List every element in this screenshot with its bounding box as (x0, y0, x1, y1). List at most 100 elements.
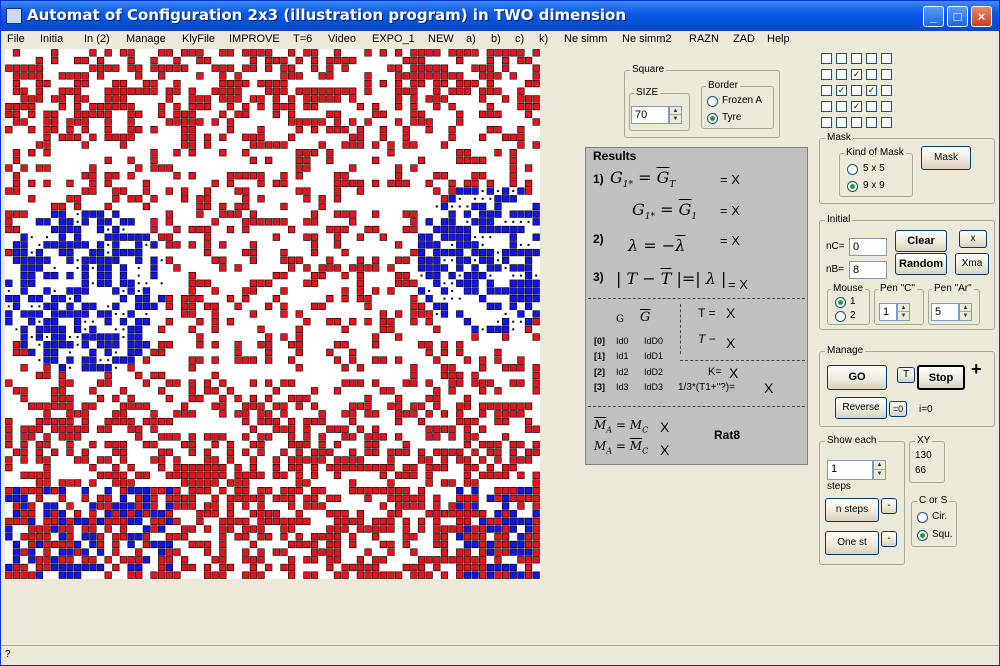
xma-button[interactable]: Xma (955, 253, 989, 275)
menu-k[interactable]: k) (539, 33, 548, 45)
mask-cell-checkbox[interactable] (866, 69, 877, 80)
mask-cell-checkbox[interactable]: ✓ (866, 85, 877, 96)
menu-help[interactable]: Help (767, 33, 790, 45)
mask-cell-checkbox[interactable]: ✓ (851, 101, 862, 112)
mask-5x5-label: 5 x 5 (863, 163, 885, 174)
mask-cell-checkbox[interactable] (836, 53, 847, 64)
app-icon[interactable] (6, 8, 22, 24)
nb-input[interactable]: 8 (849, 261, 887, 279)
menu-t6[interactable]: T=6 (293, 33, 312, 45)
g-row0-idd: IdD0 (644, 336, 664, 346)
menu-b[interactable]: b) (491, 33, 501, 45)
one-step-minus-button[interactable]: - (881, 531, 897, 547)
size-input[interactable]: 70 (631, 106, 669, 124)
status-bar: ? (1, 645, 999, 665)
mask-cell-checkbox[interactable] (836, 117, 847, 128)
menu-initia[interactable]: Initia (40, 33, 63, 45)
mask-cell-checkbox[interactable] (836, 69, 847, 80)
menu-razn[interactable]: RAZN (689, 33, 719, 45)
n-steps-button[interactable]: n steps (825, 498, 879, 522)
pen-c-input[interactable]: 1 (879, 303, 897, 321)
maximize-button[interactable]: □ (947, 6, 968, 27)
mask-cell-checkbox[interactable] (866, 101, 877, 112)
menu-improve[interactable]: IMPROVE (229, 33, 280, 45)
menu-file[interactable]: File (7, 33, 25, 45)
automaton-grid[interactable] (5, 49, 540, 579)
menu-c[interactable]: c) (515, 33, 524, 45)
cir-radio[interactable] (917, 512, 928, 523)
mask-cell-checkbox[interactable] (821, 117, 832, 128)
menu-zad[interactable]: ZAD (733, 33, 755, 45)
result2-value: = X (720, 203, 740, 218)
pen-c-spinner[interactable]: ▲ ▼ (897, 303, 910, 321)
go-button[interactable]: GO (827, 365, 887, 390)
mouse-label: Mouse (831, 283, 866, 294)
menu-video[interactable]: Video (328, 33, 356, 45)
menu-klyfile[interactable]: KlyFile (182, 33, 215, 45)
mouse-2-radio[interactable] (835, 311, 846, 322)
mask-cell-checkbox[interactable]: ✓ (851, 69, 862, 80)
xy-x-value: 130 (915, 450, 932, 461)
pen-a-input[interactable]: 5 (931, 303, 959, 321)
mask-cell-checkbox[interactable] (881, 85, 892, 96)
nc-input[interactable]: 0 (849, 238, 887, 256)
mask-9x9-radio[interactable] (847, 181, 858, 192)
clear-button[interactable]: Clear (895, 230, 947, 252)
show-each-input[interactable]: 1 (827, 460, 873, 480)
mask-cell-checkbox[interactable] (881, 53, 892, 64)
mask-cell-checkbox[interactable] (821, 53, 832, 64)
menu-in2[interactable]: In (2) (84, 33, 110, 45)
mouse-1-radio[interactable] (835, 297, 846, 308)
plus-label: + (971, 359, 982, 379)
t-button[interactable]: T (897, 367, 915, 383)
mask-cell-checkbox[interactable] (851, 117, 862, 128)
tyre-radio[interactable] (707, 113, 718, 124)
results-row2-num: 2) (593, 232, 604, 246)
rat-label: Rat8 (714, 428, 741, 442)
mask-cell-checkbox[interactable] (866, 117, 877, 128)
menu-manage[interactable]: Manage (126, 33, 166, 45)
mask-button[interactable]: Mask (921, 146, 971, 170)
mask-cell-checkbox[interactable] (821, 69, 832, 80)
n-steps-minus-button[interactable]: - (881, 498, 897, 514)
c-or-s-group (911, 501, 957, 547)
mask-cell-checkbox[interactable] (881, 117, 892, 128)
minimize-button[interactable]: _ (923, 6, 944, 27)
random-button[interactable]: Random (895, 253, 947, 275)
show-each-spinner[interactable]: ▲ ▼ (873, 460, 886, 480)
mask-cell-checkbox[interactable] (881, 69, 892, 80)
mask-5x5-radio[interactable] (847, 164, 858, 175)
g-row1-index: [1] (594, 351, 605, 361)
eq0-button[interactable]: =0 (889, 401, 907, 417)
g-row2-index: [2] (594, 367, 605, 377)
kind-of-mask-label: Kind of Mask (844, 147, 906, 158)
menu-expo1[interactable]: EXPO_1 (372, 33, 415, 45)
mask-label: Mask (825, 132, 853, 143)
size-spinner[interactable]: ▲ ▼ (669, 106, 682, 124)
frozen-radio[interactable] (707, 96, 718, 107)
title-bar[interactable]: Automat of Configuration 2x3 (illustrati… (1, 1, 999, 31)
xy-group (909, 441, 945, 483)
menu-new[interactable]: NEW (428, 33, 454, 45)
results-vdivider (680, 304, 681, 354)
menu-ne-simm[interactable]: Ne simm (564, 33, 607, 45)
stop-button[interactable]: Stop (917, 365, 965, 390)
mask-cell-checkbox[interactable] (821, 85, 832, 96)
mask-cell-checkbox[interactable] (851, 53, 862, 64)
mask-cell-checkbox[interactable] (851, 85, 862, 96)
one-step-button[interactable]: One st (825, 531, 879, 555)
t-bar-label: T − (698, 332, 716, 346)
mask-cell-checkbox[interactable] (866, 53, 877, 64)
mask-cell-checkbox[interactable] (881, 101, 892, 112)
reverse-button[interactable]: Reverse (835, 397, 887, 419)
mask-cell-checkbox[interactable] (836, 101, 847, 112)
close-button[interactable]: × (971, 6, 992, 27)
mask-cell-checkbox[interactable]: ✓ (836, 85, 847, 96)
squ-radio[interactable] (917, 530, 928, 541)
x-button[interactable]: x (959, 230, 987, 248)
automaton-canvas[interactable] (5, 49, 540, 579)
mask-cell-checkbox[interactable] (821, 101, 832, 112)
menu-ne-simm2[interactable]: Ne simm2 (622, 33, 672, 45)
pen-a-spinner[interactable]: ▲ ▼ (959, 303, 972, 321)
menu-a[interactable]: a) (466, 33, 476, 45)
